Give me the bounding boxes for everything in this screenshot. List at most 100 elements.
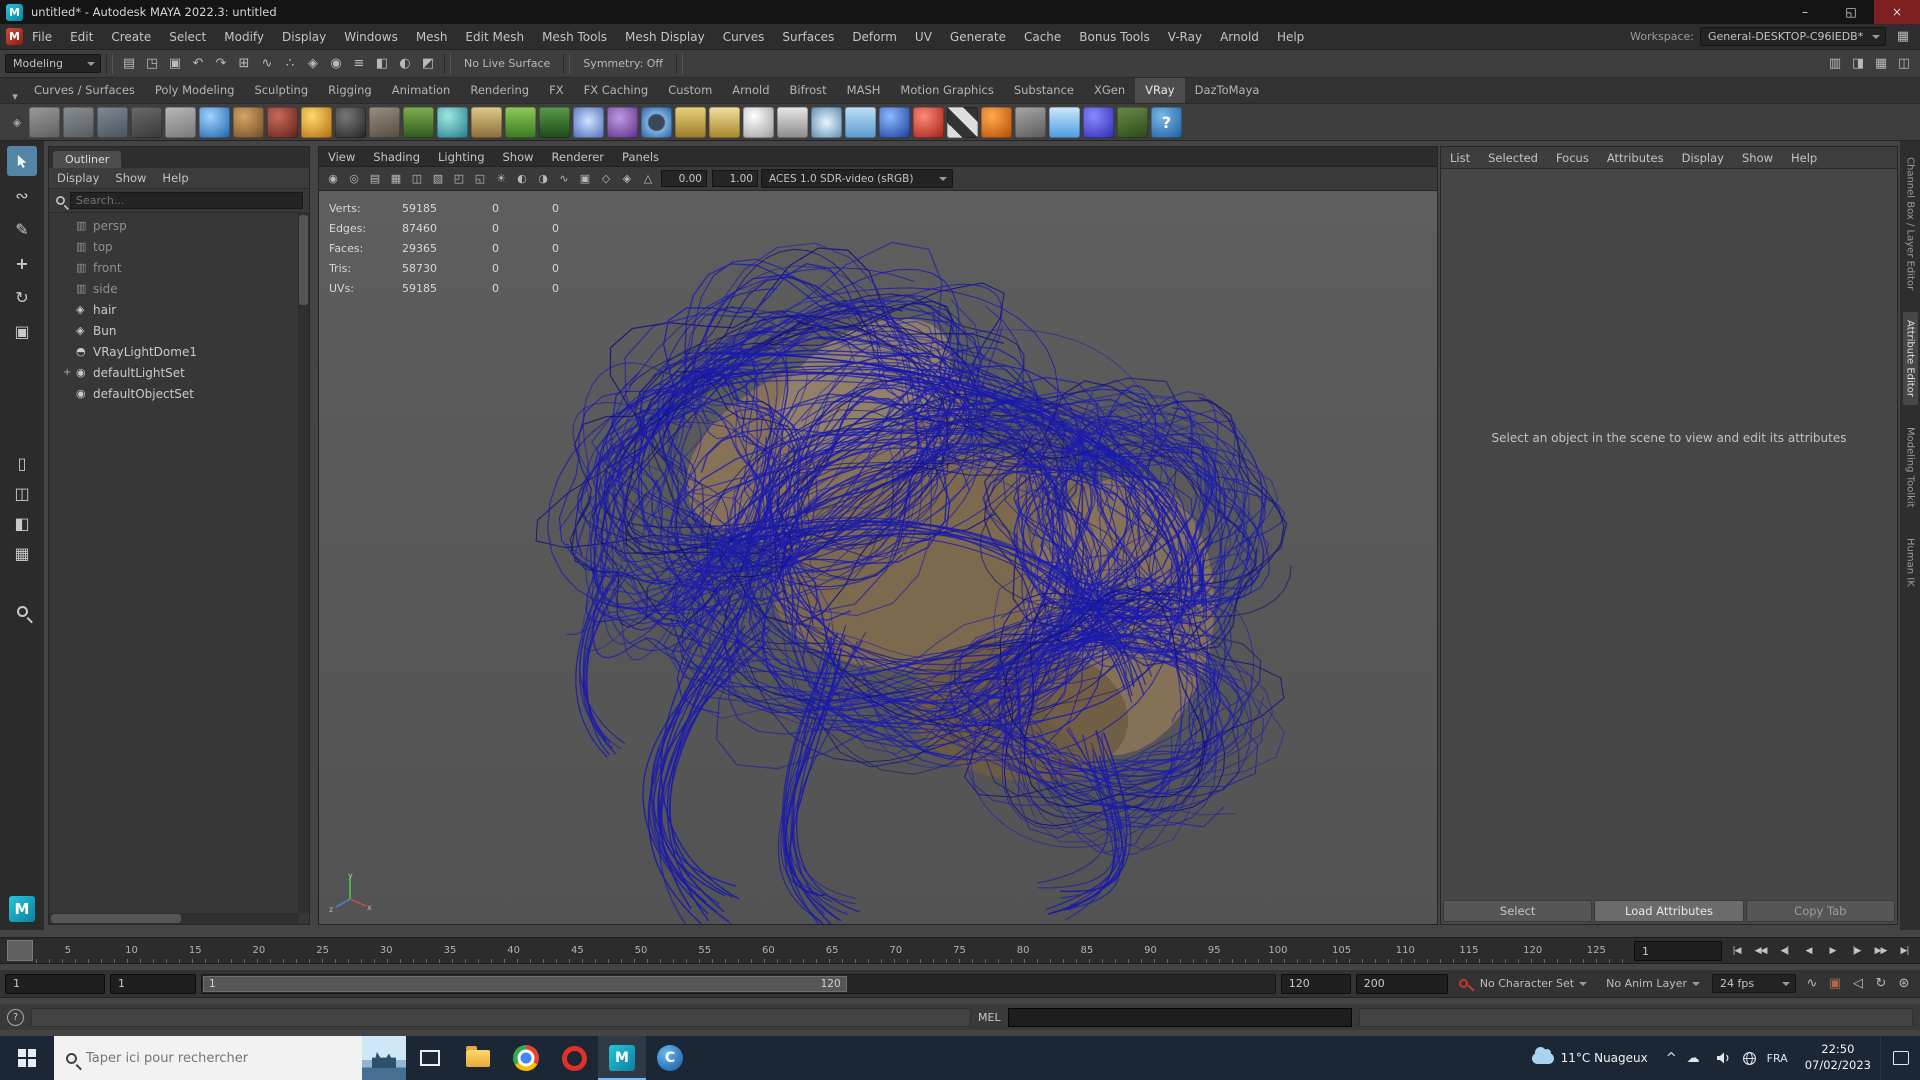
outliner-item[interactable]: ◉ defaultObjectSet <box>49 383 309 404</box>
sidebar-tab[interactable]: Human IK <box>1903 530 1918 595</box>
scrollbar-thumb[interactable] <box>299 215 308 305</box>
xgen-icon[interactable] <box>1117 106 1148 138</box>
command-language-toggle[interactable]: MEL <box>978 1011 1001 1024</box>
current-time-indicator[interactable] <box>7 940 33 961</box>
cached-playback-icon[interactable]: ▣ <box>1824 973 1846 995</box>
poly-plane-icon[interactable] <box>29 106 60 138</box>
workspace-settings-icon[interactable]: ▦ <box>1892 26 1914 48</box>
divider[interactable] <box>676 53 684 74</box>
new-scene-icon[interactable]: ▤ <box>118 53 140 75</box>
attribute-editor-toggle-icon[interactable]: ◫ <box>1893 53 1915 75</box>
range-slider-bar-handle[interactable]: 1 120 <box>203 975 847 992</box>
menu-item[interactable]: Modify <box>215 24 273 50</box>
menu-item[interactable]: Display <box>273 24 335 50</box>
layout-single-pane-button[interactable]: ▯ <box>9 450 35 476</box>
attribute-editor-menu-item[interactable]: List <box>1441 147 1479 169</box>
help-icon[interactable]: ? <box>7 1008 24 1026</box>
symmetry-label[interactable]: Symmetry: Off <box>575 57 671 70</box>
outliner-vertical-scrollbar[interactable] <box>298 213 309 913</box>
save-scene-icon[interactable]: ▣ <box>164 53 186 75</box>
resolution-gate-icon[interactable]: ▦ <box>386 169 406 189</box>
task-view-button[interactable] <box>406 1036 454 1080</box>
tree-icon[interactable] <box>403 106 434 138</box>
minimize-button[interactable]: – <box>1782 0 1828 24</box>
dropper-icon[interactable] <box>131 106 162 138</box>
lasso-tool[interactable]: ∾ <box>7 180 37 210</box>
menu-item[interactable]: UV <box>906 24 941 50</box>
onedrive-icon[interactable]: ☁ <box>1687 1051 1700 1066</box>
dome-light-icon[interactable] <box>675 106 706 138</box>
outliner-item[interactable]: ◈ hair <box>49 299 309 320</box>
open-scene-icon[interactable]: ◳ <box>141 53 163 75</box>
menu-item[interactable]: Deform <box>843 24 906 50</box>
expand-icon[interactable]: + <box>63 367 76 378</box>
notes-icon[interactable] <box>165 106 196 138</box>
fern-icon[interactable] <box>539 106 570 138</box>
ipr-render-icon[interactable]: ◐ <box>394 53 416 75</box>
earth-sphere-icon[interactable] <box>199 106 230 138</box>
layout-two-pane-button[interactable]: ◫ <box>9 480 35 506</box>
shelf-tab[interactable]: Poly Modeling <box>145 78 245 103</box>
vray-sphere-icon[interactable] <box>1083 106 1114 138</box>
auto-keyframe-icon[interactable] <box>1458 979 1468 988</box>
close-button[interactable]: × <box>1874 0 1920 24</box>
step-back-key-button[interactable]: ◀| <box>1773 940 1796 962</box>
snap-to-plane-icon[interactable]: ◈ <box>302 53 324 75</box>
sidebar-tab[interactable]: Attribute Editor <box>1902 312 1918 406</box>
zoom-tool[interactable] <box>7 596 37 626</box>
outliner-item[interactable]: ◈ Bun <box>49 320 309 341</box>
live-surface-label[interactable]: No Live Surface <box>456 57 558 70</box>
viewport-menu-item[interactable]: Panels <box>613 147 668 167</box>
bronze-sphere-icon[interactable] <box>233 106 264 138</box>
animation-start-field[interactable]: 1 <box>5 973 105 994</box>
checker-bw-icon[interactable] <box>947 106 978 138</box>
panel-layout-icon[interactable] <box>97 106 128 138</box>
file-explorer-button[interactable] <box>454 1036 502 1080</box>
menu-item[interactable]: Curves <box>714 24 774 50</box>
menu-item[interactable]: Mesh Display <box>616 24 714 50</box>
menu-item[interactable]: Arnold <box>1211 24 1268 50</box>
chrome-button[interactable] <box>502 1036 550 1080</box>
checker-sphere-icon[interactable] <box>437 106 468 138</box>
weather-widget[interactable]: 11°C Nuageux <box>1522 1046 1658 1065</box>
taskbar-clock[interactable]: 22:50 07/02/2023 <box>1796 1042 1880 1073</box>
shelf-tab[interactable]: XGen <box>1084 78 1135 103</box>
flower-icon[interactable] <box>573 106 604 138</box>
outliner-item[interactable]: ▥ front <box>49 257 309 278</box>
go-to-end-button[interactable]: ▶| <box>1893 940 1916 962</box>
play-forward-button[interactable]: ▶ <box>1821 940 1844 962</box>
menu-item[interactable]: Edit <box>61 24 102 50</box>
shelf-tab[interactable]: Substance <box>1004 78 1084 103</box>
range-slider-track[interactable]: 1 120 <box>201 973 1276 994</box>
shelf-tab[interactable]: MASH <box>837 78 891 103</box>
search-highlight-thumbnail[interactable] <box>362 1036 406 1080</box>
menu-item[interactable]: Surfaces <box>773 24 843 50</box>
snap-to-grid-icon[interactable]: ⊞ <box>233 53 255 75</box>
rock-icon[interactable] <box>369 106 400 138</box>
shelf-gear-icon[interactable]: ◈ <box>8 116 26 129</box>
menu-item[interactable]: Edit Mesh <box>456 24 533 50</box>
shelf-tab[interactable]: Arnold <box>722 78 779 103</box>
menu-item[interactable]: Mesh <box>407 24 457 50</box>
c-app-button[interactable]: C <box>646 1036 694 1080</box>
notification-center-button[interactable] <box>1880 1036 1920 1080</box>
render-settings-icon[interactable]: ◩ <box>417 53 439 75</box>
scale-tool[interactable]: ▣ <box>7 316 37 346</box>
xray-icon[interactable]: △ <box>638 169 658 189</box>
shelf-tab[interactable]: Custom <box>658 78 722 103</box>
outliner-menu-item[interactable]: Show <box>107 168 154 189</box>
shelf-tab[interactable]: FX <box>539 78 574 103</box>
attribute-editor-menu-item[interactable]: Display <box>1673 147 1733 169</box>
shelf-tab[interactable]: VRay <box>1135 78 1185 103</box>
modeling-toolkit-toggle-icon[interactable]: ▦ <box>1870 53 1892 75</box>
viewport-menu-item[interactable]: Shading <box>364 147 429 167</box>
outliner-search-input[interactable] <box>70 192 303 209</box>
menu-item[interactable]: Mesh Tools <box>533 24 616 50</box>
viewport-menu-item[interactable]: Lighting <box>429 147 493 167</box>
bifrost-cloud-icon[interactable] <box>1049 106 1080 138</box>
shelf-tab[interactable]: Curves / Surfaces <box>24 78 145 103</box>
command-input[interactable] <box>1007 1007 1352 1027</box>
attribute-editor-menu-item[interactable]: Selected <box>1479 147 1547 169</box>
menu-item[interactable]: V-Ray <box>1159 24 1211 50</box>
layout-three-pane-button[interactable]: ◧ <box>9 510 35 536</box>
